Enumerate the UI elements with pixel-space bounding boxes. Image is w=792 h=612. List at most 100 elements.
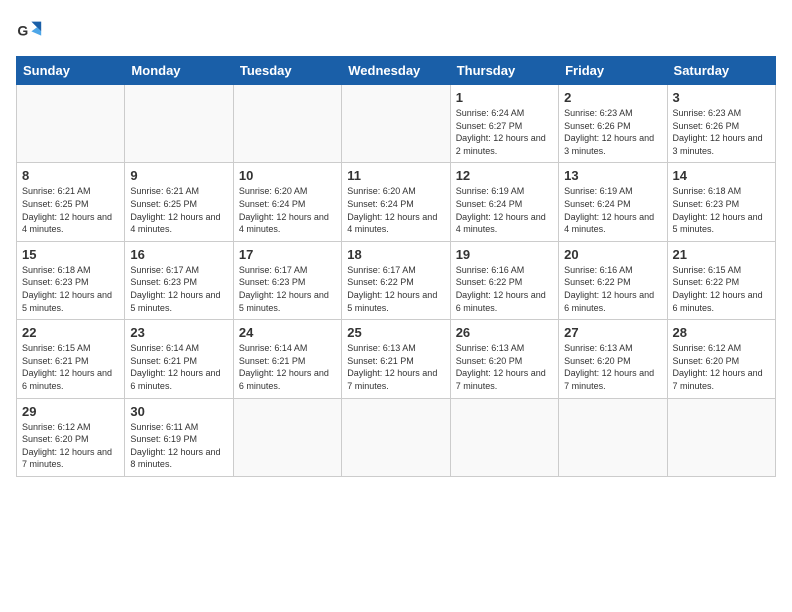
week-row-2: 15Sunrise: 6:18 AMSunset: 6:23 PMDayligh… <box>17 241 776 319</box>
calendar-cell: 26 Sunrise: 6:13 AMSunset: 6:20 PMDayligh… <box>450 320 558 398</box>
day-number: 2 <box>564 90 661 105</box>
day-number: 30 <box>130 404 227 419</box>
day-info: Sunrise: 6:17 AMSunset: 6:23 PMDaylight:… <box>239 264 336 314</box>
calendar-cell: 14 Sunrise: 6:18 AMSunset: 6:23 PMDayligh… <box>667 163 775 241</box>
day-number: 20 <box>564 247 661 262</box>
calendar-cell: 27 Sunrise: 6:13 AMSunset: 6:20 PMDayligh… <box>559 320 667 398</box>
calendar-cell <box>342 85 450 163</box>
day-info: Sunrise: 6:19 AMSunset: 6:24 PMDaylight:… <box>456 185 553 235</box>
svg-text:G: G <box>17 23 28 39</box>
day-info: Sunrise: 6:16 AMSunset: 6:22 PMDaylight:… <box>564 264 661 314</box>
day-info: Sunrise: 6:20 AMSunset: 6:24 PMDaylight:… <box>347 185 444 235</box>
calendar-cell: 23 Sunrise: 6:14 AMSunset: 6:21 PMDayligh… <box>125 320 233 398</box>
day-info: Sunrise: 6:13 AMSunset: 6:21 PMDaylight:… <box>347 342 444 392</box>
day-number: 22 <box>22 325 119 340</box>
day-number: 28 <box>673 325 770 340</box>
calendar-cell: 17 Sunrise: 6:17 AMSunset: 6:23 PMDayligh… <box>233 241 341 319</box>
calendar-cell: 18 Sunrise: 6:17 AMSunset: 6:22 PMDayligh… <box>342 241 450 319</box>
calendar-cell <box>17 85 125 163</box>
day-info: Sunrise: 6:11 AMSunset: 6:19 PMDaylight:… <box>130 421 227 471</box>
day-info: Sunrise: 6:21 AMSunset: 6:25 PMDaylight:… <box>130 185 227 235</box>
day-number: 16 <box>130 247 227 262</box>
day-number: 8 <box>22 168 119 183</box>
day-number: 9 <box>130 168 227 183</box>
calendar-cell <box>125 85 233 163</box>
day-info: Sunrise: 6:18 AMSunset: 6:23 PMDaylight:… <box>673 185 770 235</box>
day-number: 29 <box>22 404 119 419</box>
calendar-cell: 16 Sunrise: 6:17 AMSunset: 6:23 PMDayligh… <box>125 241 233 319</box>
calendar-cell <box>667 398 775 476</box>
day-info: Sunrise: 6:21 AMSunset: 6:25 PMDaylight:… <box>22 185 119 235</box>
calendar-cell: 8 Sunrise: 6:21 AMSunset: 6:25 PMDaylight… <box>17 163 125 241</box>
calendar-cell: 20 Sunrise: 6:16 AMSunset: 6:22 PMDayligh… <box>559 241 667 319</box>
day-info: Sunrise: 6:24 AMSunset: 6:27 PMDaylight:… <box>456 107 553 157</box>
day-number: 24 <box>239 325 336 340</box>
calendar: SundayMondayTuesdayWednesdayThursdayFrid… <box>16 56 776 477</box>
day-info: Sunrise: 6:20 AMSunset: 6:24 PMDaylight:… <box>239 185 336 235</box>
calendar-cell: 28 Sunrise: 6:12 AMSunset: 6:20 PMDayligh… <box>667 320 775 398</box>
calendar-cell <box>233 85 341 163</box>
day-info: Sunrise: 6:17 AMSunset: 6:22 PMDaylight:… <box>347 264 444 314</box>
day-number: 13 <box>564 168 661 183</box>
week-row-0: 1 Sunrise: 6:24 AMSunset: 6:27 PMDaylight… <box>17 85 776 163</box>
calendar-cell: 1 Sunrise: 6:24 AMSunset: 6:27 PMDaylight… <box>450 85 558 163</box>
calendar-cell: 10Sunrise: 6:20 AMSunset: 6:24 PMDayligh… <box>233 163 341 241</box>
day-info: Sunrise: 6:23 AMSunset: 6:26 PMDaylight:… <box>564 107 661 157</box>
day-info: Sunrise: 6:15 AMSunset: 6:21 PMDaylight:… <box>22 342 119 392</box>
calendar-cell: 12 Sunrise: 6:19 AMSunset: 6:24 PMDayligh… <box>450 163 558 241</box>
day-info: Sunrise: 6:16 AMSunset: 6:22 PMDaylight:… <box>456 264 553 314</box>
day-number: 21 <box>673 247 770 262</box>
day-number: 23 <box>130 325 227 340</box>
day-info: Sunrise: 6:18 AMSunset: 6:23 PMDaylight:… <box>22 264 119 314</box>
week-row-3: 22 Sunrise: 6:15 AMSunset: 6:21 PMDayligh… <box>17 320 776 398</box>
calendar-cell: 2 Sunrise: 6:23 AMSunset: 6:26 PMDaylight… <box>559 85 667 163</box>
calendar-cell: 15Sunrise: 6:18 AMSunset: 6:23 PMDayligh… <box>17 241 125 319</box>
calendar-cell <box>450 398 558 476</box>
calendar-cell: 9 Sunrise: 6:21 AMSunset: 6:25 PMDaylight… <box>125 163 233 241</box>
calendar-cell: 29 Sunrise: 6:12 AMSunset: 6:20 PMDayligh… <box>17 398 125 476</box>
day-number: 12 <box>456 168 553 183</box>
calendar-cell: 21 Sunrise: 6:15 AMSunset: 6:22 PMDayligh… <box>667 241 775 319</box>
weekday-thursday: Thursday <box>450 57 558 85</box>
weekday-wednesday: Wednesday <box>342 57 450 85</box>
calendar-cell: 19 Sunrise: 6:16 AMSunset: 6:22 PMDayligh… <box>450 241 558 319</box>
calendar-cell: 13 Sunrise: 6:19 AMSunset: 6:24 PMDayligh… <box>559 163 667 241</box>
weekday-sunday: Sunday <box>17 57 125 85</box>
page-header: G <box>16 16 776 44</box>
calendar-cell <box>342 398 450 476</box>
day-info: Sunrise: 6:13 AMSunset: 6:20 PMDaylight:… <box>564 342 661 392</box>
calendar-cell: 22 Sunrise: 6:15 AMSunset: 6:21 PMDayligh… <box>17 320 125 398</box>
calendar-cell: 3 Sunrise: 6:23 AMSunset: 6:26 PMDaylight… <box>667 85 775 163</box>
calendar-cell: 30 Sunrise: 6:11 AMSunset: 6:19 PMDayligh… <box>125 398 233 476</box>
day-number: 26 <box>456 325 553 340</box>
day-info: Sunrise: 6:19 AMSunset: 6:24 PMDaylight:… <box>564 185 661 235</box>
day-number: 3 <box>673 90 770 105</box>
day-info: Sunrise: 6:14 AMSunset: 6:21 PMDaylight:… <box>130 342 227 392</box>
day-info: Sunrise: 6:13 AMSunset: 6:20 PMDaylight:… <box>456 342 553 392</box>
day-number: 1 <box>456 90 553 105</box>
calendar-body: 1 Sunrise: 6:24 AMSunset: 6:27 PMDaylight… <box>17 85 776 477</box>
logo: G <box>16 16 48 44</box>
logo-icon: G <box>16 16 44 44</box>
calendar-cell: 11 Sunrise: 6:20 AMSunset: 6:24 PMDayligh… <box>342 163 450 241</box>
weekday-header-row: SundayMondayTuesdayWednesdayThursdayFrid… <box>17 57 776 85</box>
weekday-friday: Friday <box>559 57 667 85</box>
day-info: Sunrise: 6:12 AMSunset: 6:20 PMDaylight:… <box>673 342 770 392</box>
calendar-cell: 25 Sunrise: 6:13 AMSunset: 6:21 PMDayligh… <box>342 320 450 398</box>
day-number: 19 <box>456 247 553 262</box>
day-info: Sunrise: 6:15 AMSunset: 6:22 PMDaylight:… <box>673 264 770 314</box>
day-number: 17 <box>239 247 336 262</box>
calendar-cell <box>233 398 341 476</box>
day-info: Sunrise: 6:17 AMSunset: 6:23 PMDaylight:… <box>130 264 227 314</box>
day-info: Sunrise: 6:12 AMSunset: 6:20 PMDaylight:… <box>22 421 119 471</box>
day-number: 27 <box>564 325 661 340</box>
weekday-tuesday: Tuesday <box>233 57 341 85</box>
day-number: 18 <box>347 247 444 262</box>
day-number: 14 <box>673 168 770 183</box>
day-info: Sunrise: 6:23 AMSunset: 6:26 PMDaylight:… <box>673 107 770 157</box>
day-number: 11 <box>347 168 444 183</box>
week-row-1: 8 Sunrise: 6:21 AMSunset: 6:25 PMDaylight… <box>17 163 776 241</box>
week-row-4: 29 Sunrise: 6:12 AMSunset: 6:20 PMDayligh… <box>17 398 776 476</box>
day-info: Sunrise: 6:14 AMSunset: 6:21 PMDaylight:… <box>239 342 336 392</box>
day-number: 25 <box>347 325 444 340</box>
